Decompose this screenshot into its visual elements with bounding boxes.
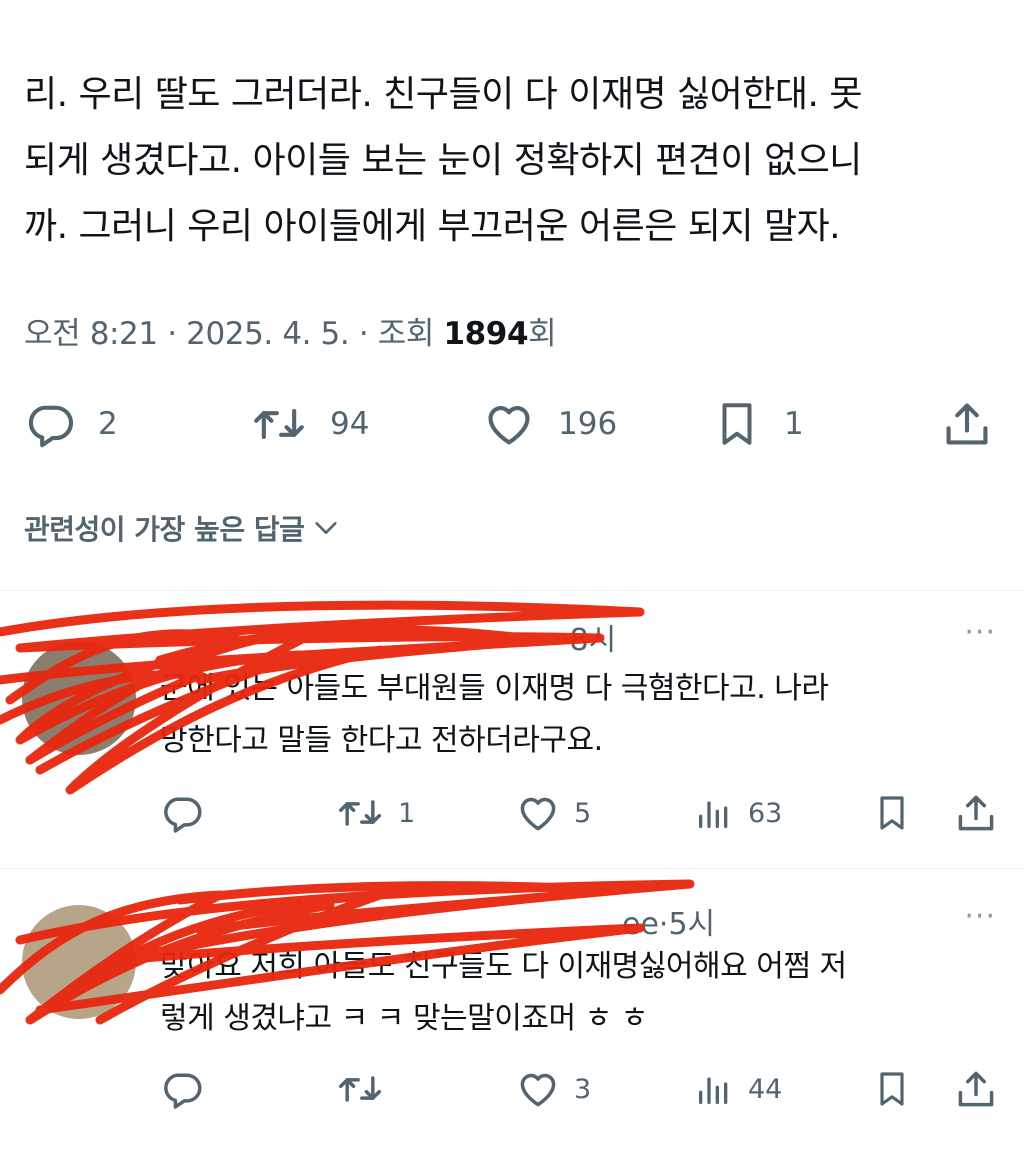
reply-text-line: 맞아요 저희 아들도 친구들도 다 이재명싫어해요 어쩜 저 xyxy=(160,949,847,984)
post-meta: 오전 8:21 · 2025. 4. 5. · 조회 1894회 xyxy=(24,308,557,353)
post-text-line: 리. 우리 딸도 그러더라. 친구들이 다 이재명 싫어한대. 못 xyxy=(24,74,863,115)
reply-icon xyxy=(28,405,73,448)
reply-author-and-time: ee·5시 xyxy=(622,899,715,943)
reply-time[interactable]: 8시 xyxy=(570,623,617,658)
reply-item[interactable]: ·8시 ··· 군에 있는 아들도 부대원들 이재명 다 극혐한다고. 나라 망… xyxy=(0,591,1024,867)
bookmark-icon xyxy=(722,403,752,445)
avatar[interactable] xyxy=(22,905,136,1019)
repost-count: 94 xyxy=(330,406,370,442)
avatar[interactable] xyxy=(22,641,136,755)
reply-button[interactable]: 2 xyxy=(24,398,118,450)
bookmark-button[interactable] xyxy=(872,791,912,835)
repost-button[interactable] xyxy=(336,1067,384,1111)
views-count: 1894 xyxy=(443,316,529,352)
bookmark-count: 1 xyxy=(784,406,804,442)
reply-text: 군에 있는 아들도 부대원들 이재명 다 극혐한다고. 나라 망한다고 말들 한… xyxy=(160,663,1010,767)
views-suffix: 회 xyxy=(528,316,557,352)
separator: · xyxy=(167,316,177,352)
reply-text-line: 망한다고 말들 한다고 전하더라구요. xyxy=(160,723,603,758)
reply-count: 2 xyxy=(98,406,118,442)
views-icon xyxy=(699,801,728,828)
post-action-bar: 2 94 196 1 xyxy=(0,398,1024,450)
repost-icon xyxy=(254,408,304,440)
views-label: 조회 xyxy=(377,316,435,352)
like-button[interactable]: 196 xyxy=(482,398,617,450)
more-icon[interactable]: ··· xyxy=(964,899,996,934)
reply-text-line: 군에 있는 아들도 부대원들 이재명 다 극혐한다고. 나라 xyxy=(160,671,829,706)
separator: · xyxy=(358,316,369,352)
chevron-down-icon xyxy=(315,522,337,534)
views-count: 63 xyxy=(748,797,783,829)
post-text-line: 되게 생겼다고. 아이들 보는 눈이 정확하지 편견이 없으니 xyxy=(24,140,862,181)
reply-timestamp: ·8시 xyxy=(560,615,616,659)
views-button[interactable]: 63 xyxy=(694,791,782,835)
like-button[interactable]: 5 xyxy=(516,791,591,835)
share-icon xyxy=(958,795,994,831)
reply-button[interactable] xyxy=(160,1067,204,1111)
post-date[interactable]: 2025. 4. 5. xyxy=(186,316,350,352)
share-icon xyxy=(958,1071,994,1107)
repost-count: 1 xyxy=(398,797,416,829)
like-button[interactable]: 3 xyxy=(516,1067,591,1111)
like-icon xyxy=(520,797,556,831)
share-button[interactable] xyxy=(940,398,994,450)
reply-icon xyxy=(164,1073,202,1109)
reply-icon xyxy=(164,797,202,833)
post-text-line: 까. 그러니 우리 아이들에게 부끄러운 어른은 되지 말자. xyxy=(24,206,841,247)
like-count: 196 xyxy=(558,406,618,442)
reply-button[interactable] xyxy=(160,791,204,835)
repost-icon xyxy=(339,1076,381,1102)
bookmark-icon xyxy=(880,796,904,830)
sort-label: 관련성이 가장 높은 답글 xyxy=(24,513,305,546)
reply-action-bar: 3 44 xyxy=(0,1067,1024,1111)
repost-icon xyxy=(339,800,381,826)
like-count: 5 xyxy=(574,797,592,829)
like-icon xyxy=(488,406,530,445)
share-icon xyxy=(946,403,988,445)
like-icon xyxy=(520,1073,556,1107)
separator: · xyxy=(560,623,570,658)
post-text: 리. 우리 딸도 그러더라. 친구들이 다 이재명 싫어한대. 못 되게 생겼다… xyxy=(24,62,999,260)
more-icon[interactable]: ··· xyxy=(964,615,996,650)
bookmark-icon xyxy=(880,1072,904,1106)
replies-sort-dropdown[interactable]: 관련성이 가장 높은 답글 xyxy=(24,508,340,548)
reply-author-name[interactable]: ee xyxy=(622,907,659,942)
reply-item[interactable]: ee·5시 ··· 맞아요 저희 아들도 친구들도 다 이재명싫어해요 어쩜 저… xyxy=(0,869,1024,1161)
reply-text: 맞아요 저희 아들도 친구들도 다 이재명싫어해요 어쩜 저 렇게 생겼냐고 ㅋ… xyxy=(160,941,1010,1045)
reply-text-line: 렇게 생겼냐고 ㅋ ㅋ 맞는말이죠머 ㅎ ㅎ xyxy=(160,1001,648,1036)
views-button[interactable]: 44 xyxy=(694,1067,782,1111)
share-button[interactable] xyxy=(954,1067,998,1111)
bookmark-button[interactable] xyxy=(872,1067,912,1111)
post-time[interactable]: 오전 8:21 xyxy=(24,316,158,352)
views-count: 44 xyxy=(748,1073,783,1105)
bookmark-button[interactable]: 1 xyxy=(712,398,804,450)
share-button[interactable] xyxy=(954,791,998,835)
repost-button[interactable]: 1 xyxy=(336,791,415,835)
reply-action-bar: 1 5 63 xyxy=(0,791,1024,835)
views-icon xyxy=(699,1077,728,1104)
repost-button[interactable]: 94 xyxy=(250,398,369,450)
reply-time[interactable]: 5시 xyxy=(668,907,715,942)
like-count: 3 xyxy=(574,1073,592,1105)
